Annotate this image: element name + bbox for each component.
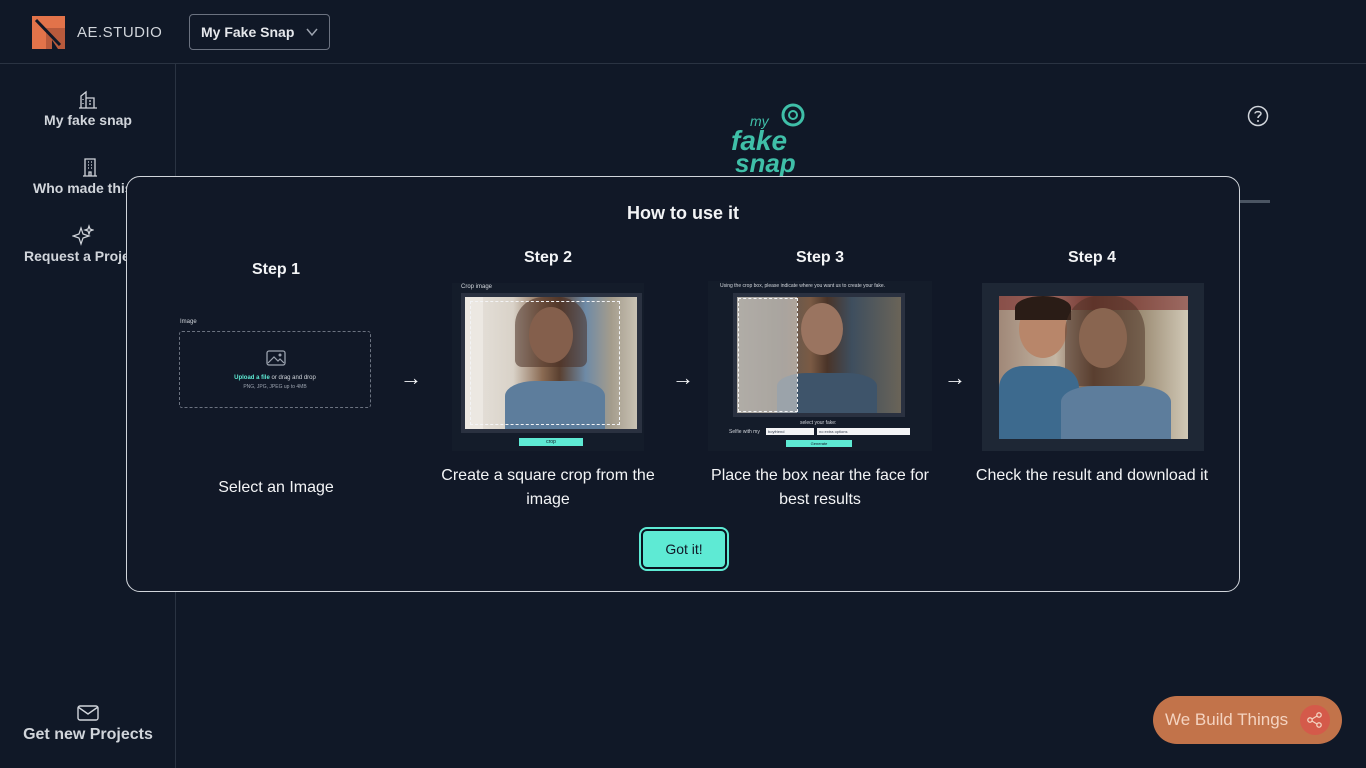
my-fake-snap-logo: my fake snap xyxy=(728,100,808,181)
project-select-value: My Fake Snap xyxy=(201,24,295,40)
sidebar-item-label: My fake snap xyxy=(44,112,132,128)
share-icon[interactable] xyxy=(1300,705,1330,735)
building-icon xyxy=(79,90,97,109)
step-3: Step 3 xyxy=(700,249,940,267)
how-to-modal: How to use it Step 1 Image Upload a file… xyxy=(126,176,1240,592)
sidebar-item-label: Who made this xyxy=(33,180,133,196)
mock-image-label: Image xyxy=(180,319,197,325)
sparkles-icon xyxy=(72,224,94,246)
sidebar-item-label: Request a Project xyxy=(24,248,143,264)
step-desc: Place the box near the face for best res… xyxy=(711,467,929,508)
image-icon xyxy=(266,350,286,366)
mock-crop-box xyxy=(738,298,798,412)
brand-name: AE.STUDIO xyxy=(77,24,163,41)
help-icon[interactable] xyxy=(1247,105,1269,127)
chevron-down-icon xyxy=(306,28,318,37)
project-select[interactable]: My Fake Snap xyxy=(189,14,330,50)
mock-generate-button: Generate xyxy=(786,440,852,447)
mock-option-2: no extra options xyxy=(817,428,910,435)
mock-option-1: boyfriend xyxy=(766,428,814,435)
mock-selfie-label: Selfie with my xyxy=(729,429,760,435)
step-desc: Check the result and download it xyxy=(975,467,1209,484)
couple-photo xyxy=(999,296,1188,439)
top-bar: AE.STUDIO My Fake Snap xyxy=(0,0,1366,64)
step-2: Step 2 xyxy=(428,249,668,267)
step-title: Step 4 xyxy=(1067,249,1116,266)
sidebar-item-label: Get new Projects xyxy=(23,726,153,743)
tab-underline xyxy=(1238,200,1270,203)
got-it-button[interactable]: Got it! xyxy=(639,527,729,571)
step-1: Step 1 xyxy=(156,261,396,279)
office-icon xyxy=(83,158,97,177)
step-title: Step 3 xyxy=(795,249,844,266)
step-desc: Select an Image xyxy=(218,479,334,496)
mock-upload-text: or drag and drop xyxy=(269,375,316,381)
mock-upload-link: Upload a file xyxy=(234,375,270,381)
arrow-icon: → xyxy=(944,365,966,390)
step-4: Step 4 xyxy=(972,249,1212,267)
mock-formats: PNG, JPG, JPEG up to 4MB xyxy=(243,384,307,390)
mock-crop-box xyxy=(470,301,620,425)
sidebar-item-my-fake-snap[interactable]: My fake snap xyxy=(0,88,176,128)
step-title: Step 2 xyxy=(523,249,572,266)
we-build-things-button[interactable]: We Build Things xyxy=(1153,696,1342,744)
brand[interactable]: AE.STUDIO xyxy=(32,16,162,49)
mock-instruction: Using the crop box, please indicate wher… xyxy=(720,283,886,289)
modal-title: How to use it xyxy=(627,203,739,223)
step-title: Step 1 xyxy=(251,261,300,278)
mock-crop-button: crop xyxy=(519,438,583,446)
step-3-illustration: Using the crop box, please indicate wher… xyxy=(708,281,932,451)
mock-select-label: select your fake: xyxy=(800,420,837,426)
sidebar-item-get-new-projects[interactable]: Get new Projects xyxy=(0,704,176,744)
mock-crop-label: Crop image xyxy=(461,284,493,290)
mock-dropzone: Upload a file or drag and drop PNG, JPG,… xyxy=(179,331,371,408)
ae-logo-icon xyxy=(32,16,65,49)
logo-text-snap: snap xyxy=(735,148,796,176)
mail-icon xyxy=(77,705,99,721)
step-4-illustration xyxy=(982,283,1204,451)
arrow-icon: → xyxy=(672,365,694,390)
step-1-illustration: Image Upload a file or drag and drop PNG… xyxy=(179,317,373,409)
step-desc: Create a square crop from the image xyxy=(441,467,655,508)
fab-label: We Build Things xyxy=(1165,710,1289,729)
arrow-icon: → xyxy=(400,365,422,390)
step-2-illustration: Crop image crop xyxy=(452,283,644,451)
